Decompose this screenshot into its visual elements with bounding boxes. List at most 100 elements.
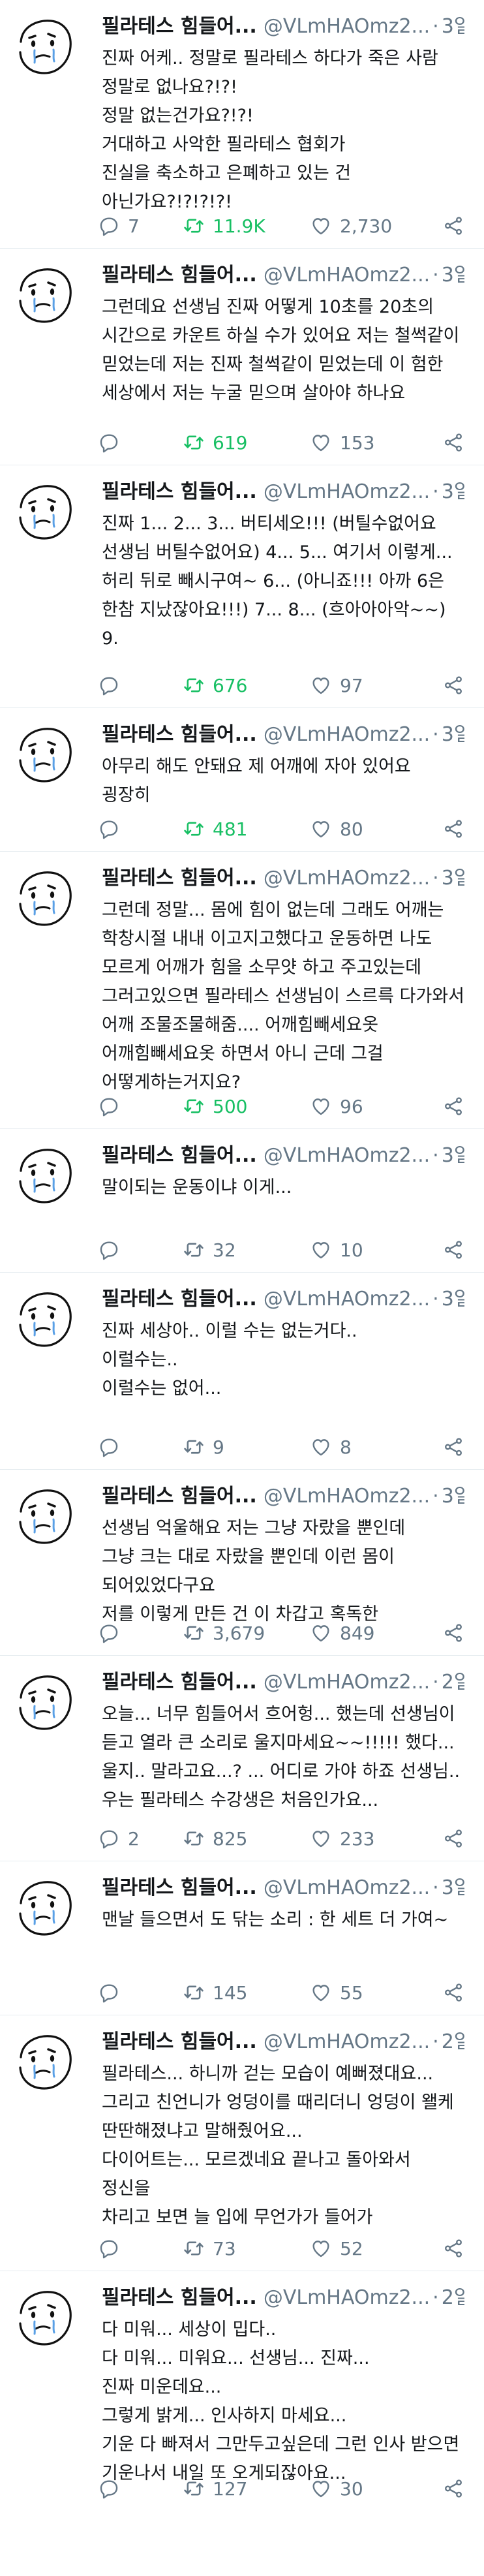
tweet-time[interactable]: 3일 [442,1876,464,1899]
reply-button[interactable]: 2 [98,1827,183,1850]
tweet[interactable]: 필라테스 힘들어... @VLmHAOmz2... · 2일 오늘... 너무 힘들어… [0,1656,484,1861]
avatar[interactable] [12,14,77,80]
author-name[interactable]: 필라테스 힘들어... [102,2286,257,2309]
share-button[interactable] [442,818,464,840]
author-name[interactable]: 필라테스 힘들어... [102,1876,257,1899]
retweet-button[interactable]: 127 [183,2477,284,2500]
share-button[interactable] [442,2237,464,2259]
avatar[interactable] [12,1670,77,1735]
author-name[interactable]: 필라테스 힘들어... [102,264,257,287]
reply-button[interactable]: 7 [98,215,183,237]
reply-button[interactable] [98,2237,183,2259]
retweet-button[interactable]: 3,679 [183,1622,284,1644]
author-handle[interactable]: @VLmHAOmz2... [264,1671,430,1694]
tweet[interactable]: 필라테스 힘들어... @VLmHAOmz2... · 3일 말이되는 운동이냐 이게… [0,1129,484,1273]
tweet-time[interactable]: 2일 [442,2030,464,2053]
reply-button[interactable] [98,818,183,840]
like-button[interactable]: 55 [310,1981,414,2004]
reply-button[interactable] [98,1095,183,1117]
author-name[interactable]: 필라테스 힘들어... [102,1485,257,1508]
tweet[interactable]: 필라테스 힘들어... @VLmHAOmz2... · 3일 그런데 정말... 몸에… [0,852,484,1129]
reply-button[interactable] [98,2477,183,2500]
tweet[interactable]: 필라테스 힘들어... @VLmHAOmz2... · 3일 선생님 억울해요 저는 … [0,1470,484,1656]
reply-button[interactable] [98,1981,183,2004]
tweet[interactable]: 필라테스 힘들어... @VLmHAOmz2... · 3일 아무리 해도 안돼요 제… [0,708,484,852]
author-handle[interactable]: @VLmHAOmz2... [264,264,430,287]
like-button[interactable]: 96 [310,1095,414,1117]
author-name[interactable]: 필라테스 힘들어... [102,1671,257,1694]
avatar[interactable] [12,722,77,788]
share-button[interactable] [442,1981,464,2004]
retweet-button[interactable]: 481 [183,818,284,840]
author-handle[interactable]: @VLmHAOmz2... [264,1876,430,1899]
retweet-button[interactable]: 11.9K [183,215,284,237]
retweet-button[interactable]: 73 [183,2237,284,2259]
author-handle[interactable]: @VLmHAOmz2... [264,1288,430,1311]
reply-button[interactable] [98,431,183,454]
avatar[interactable] [12,2286,77,2351]
share-button[interactable] [442,1239,464,1261]
tweet-time[interactable]: 3일 [442,1288,464,1311]
retweet-button[interactable]: 145 [183,1981,284,2004]
like-button[interactable]: 153 [310,431,414,454]
author-handle[interactable]: @VLmHAOmz2... [264,1485,430,1508]
author-handle[interactable]: @VLmHAOmz2... [264,2286,430,2309]
tweet-time[interactable]: 3일 [442,867,464,890]
tweet-time[interactable]: 3일 [442,264,464,287]
tweet-time[interactable]: 3일 [442,723,464,746]
avatar[interactable] [12,263,77,328]
tweet-time[interactable]: 3일 [442,15,464,38]
author-name[interactable]: 필라테스 힘들어... [102,723,257,746]
avatar[interactable] [12,866,77,931]
tweet-time[interactable]: 2일 [442,1671,464,1694]
tweet-time[interactable]: 3일 [442,1144,464,1167]
avatar[interactable] [12,1876,77,1941]
tweet-time[interactable]: 3일 [442,1485,464,1508]
author-name[interactable]: 필라테스 힘들어... [102,15,257,38]
author-handle[interactable]: @VLmHAOmz2... [264,1144,430,1167]
tweet[interactable]: 필라테스 힘들어... @VLmHAOmz2... · 2일 다 미워... 세상이 … [0,2271,484,2511]
share-button[interactable] [442,431,464,454]
author-handle[interactable]: @VLmHAOmz2... [264,723,430,746]
author-name[interactable]: 필라테스 힘들어... [102,1144,257,1167]
tweet[interactable]: 필라테스 힘들어... @VLmHAOmz2... · 3일 진짜 어케.. 정말로 … [0,0,484,249]
retweet-button[interactable]: 32 [183,1239,284,1261]
tweet-time[interactable]: 2일 [442,2286,464,2309]
tweet-time[interactable]: 3일 [442,480,464,503]
author-handle[interactable]: @VLmHAOmz2... [264,15,430,38]
share-button[interactable] [442,1622,464,1644]
avatar[interactable] [12,1484,77,1549]
reply-button[interactable] [98,1622,183,1644]
like-button[interactable]: 30 [310,2477,414,2500]
share-button[interactable] [442,1436,464,1458]
author-handle[interactable]: @VLmHAOmz2... [264,867,430,890]
retweet-button[interactable]: 676 [183,674,284,696]
like-button[interactable]: 10 [310,1239,414,1261]
author-handle[interactable]: @VLmHAOmz2... [264,2030,430,2053]
reply-button[interactable] [98,1436,183,1458]
avatar[interactable] [12,1287,77,1352]
tweet[interactable]: 필라테스 힘들어... @VLmHAOmz2... · 3일 맨날 들으면서 도 닦는… [0,1861,484,2015]
reply-button[interactable] [98,1239,183,1261]
tweet[interactable]: 필라테스 힘들어... @VLmHAOmz2... · 3일 그런데요 선생님 진짜 … [0,249,484,465]
like-button[interactable]: 80 [310,818,414,840]
author-name[interactable]: 필라테스 힘들어... [102,1288,257,1311]
share-button[interactable] [442,1095,464,1117]
retweet-button[interactable]: 500 [183,1095,284,1117]
avatar[interactable] [12,2030,77,2095]
avatar[interactable] [12,480,77,545]
like-button[interactable]: 233 [310,1827,414,1850]
like-button[interactable]: 8 [310,1436,414,1458]
tweet[interactable]: 필라테스 힘들어... @VLmHAOmz2... · 2일 필라테스... 하니까 … [0,2015,484,2271]
reply-button[interactable] [98,674,183,696]
like-button[interactable]: 97 [310,674,414,696]
share-button[interactable] [442,674,464,696]
author-name[interactable]: 필라테스 힘들어... [102,867,257,890]
share-button[interactable] [442,2477,464,2500]
avatar[interactable] [12,1143,77,1209]
like-button[interactable]: 52 [310,2237,414,2259]
share-button[interactable] [442,215,464,237]
tweet[interactable]: 필라테스 힘들어... @VLmHAOmz2... · 3일 진짜 1... 2...… [0,465,484,708]
author-name[interactable]: 필라테스 힘들어... [102,2030,257,2053]
retweet-button[interactable]: 825 [183,1827,284,1850]
